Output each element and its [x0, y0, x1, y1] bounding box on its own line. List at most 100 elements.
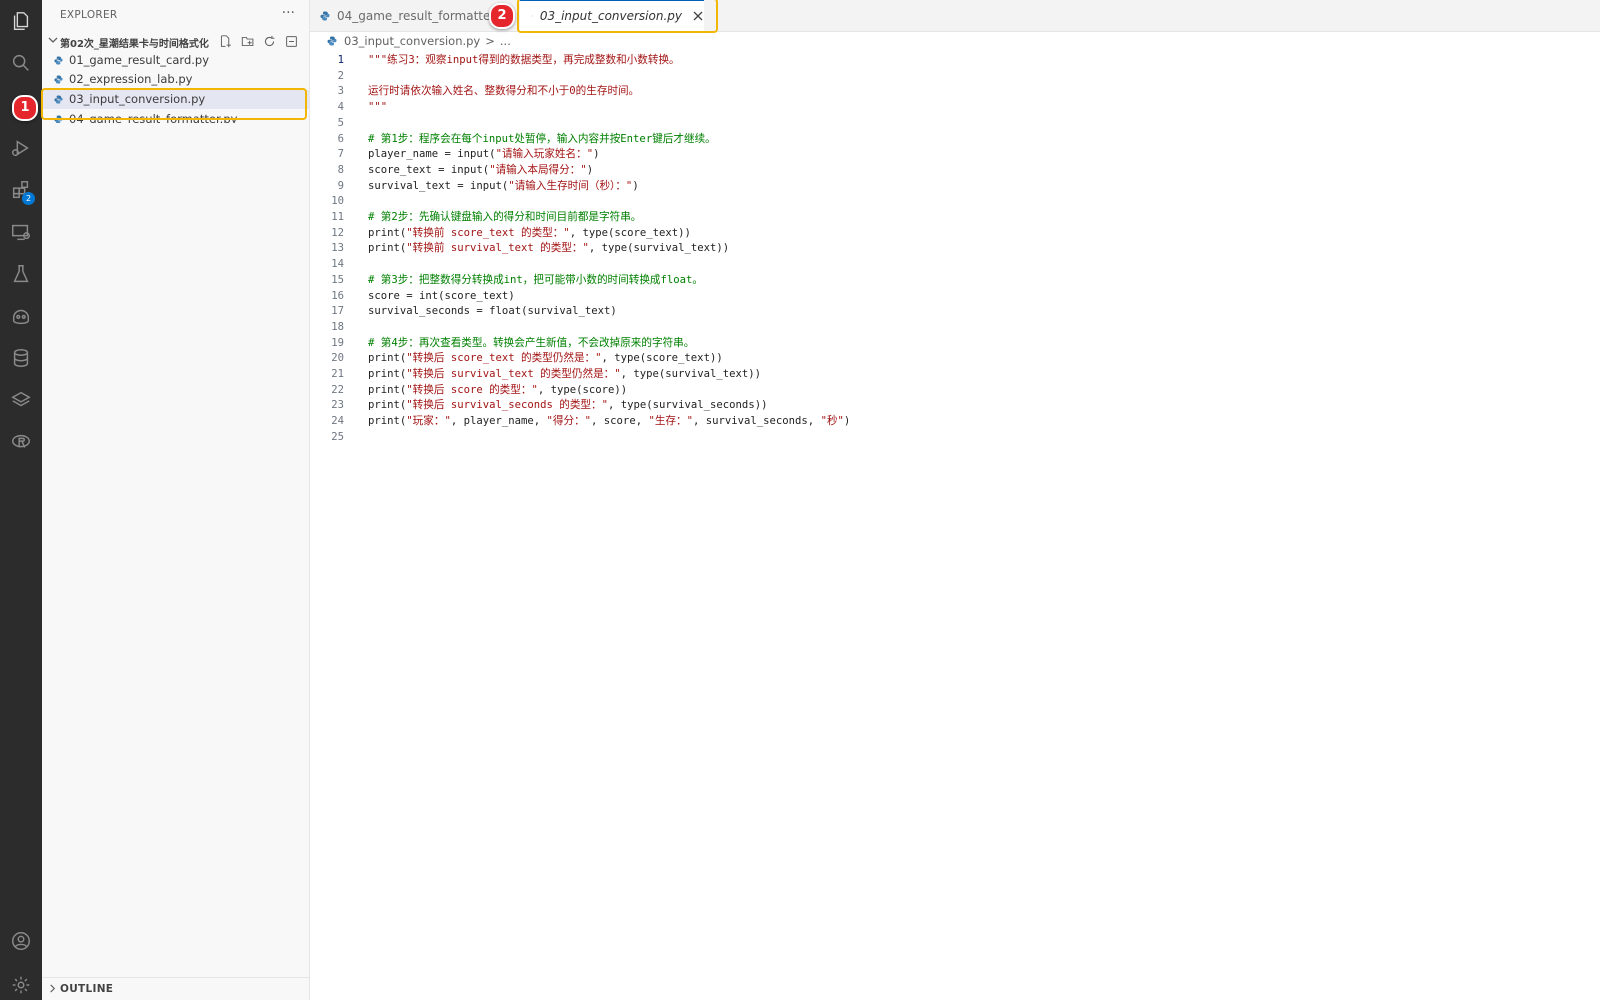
explorer-header: EXPLORER [60, 9, 118, 21]
line-number: 3 [337, 85, 344, 98]
step-marker-2: 2 [489, 3, 515, 29]
file-item[interactable]: 01_game_result_card.py [42, 51, 309, 70]
code-line[interactable]: 12 print("转换前 score_text 的类型：", type(scor… [310, 225, 1600, 241]
code-editor[interactable]: 1 """练习3：观察input得到的数据类型，再完成整数和小数转换。 2 3 运行时请… [310, 51, 1600, 1000]
layers-icon[interactable] [0, 381, 42, 419]
code-line[interactable]: 16 score = int(score_text) [310, 288, 1600, 304]
close-icon[interactable] [692, 9, 704, 23]
code-line[interactable]: 22 print("转换后 score 的类型：", type(score)) [310, 382, 1600, 398]
line-code: print("玩家：", player_name, "得分：", score, … [368, 415, 851, 428]
database-icon[interactable] [0, 339, 42, 377]
extensions-icon[interactable]: 2 [0, 171, 42, 209]
code-line[interactable]: 19 # 第4步：再次查看类型。转换会产生新值，不会改掉原来的字符串。 [310, 335, 1600, 351]
file-name: 03_input_conversion.py [69, 92, 206, 106]
explorer-more-actions[interactable]: ··· [282, 5, 295, 21]
line-code: 运行时请依次输入姓名、整数得分和不小于0的生存时间。 [368, 85, 640, 98]
code-line[interactable]: 9 survival_text = input("请输入生存时间（秒）：") [310, 178, 1600, 194]
r-language-icon[interactable] [0, 423, 42, 461]
code-line[interactable]: 15 # 第3步：把整数得分转换成int，把可能带小数的时间转换成float。 [310, 272, 1600, 288]
remote-explorer-icon[interactable] [0, 213, 42, 251]
line-number: 6 [337, 132, 344, 145]
line-number: 22 [331, 383, 344, 396]
line-code: print("转换前 score_text 的类型：", type(score_… [368, 226, 691, 239]
code-line[interactable]: 4 """ [310, 99, 1600, 115]
line-number: 4 [337, 101, 344, 114]
breadcrumb-separator: > [485, 34, 495, 48]
explorer-sidebar: EXPLORER ··· 第02次_星潮结果卡与时间格式化 01_game_re… [42, 0, 310, 1000]
code-line[interactable]: 23 print("转换后 survival_seconds 的类型：", typ… [310, 397, 1600, 413]
code-line[interactable]: 6 # 第1步：程序会在每个input处暂停，输入内容并按Enter键后才继续。 [310, 131, 1600, 147]
line-number: 25 [331, 430, 344, 443]
line-number: 19 [331, 336, 344, 349]
line-code: survival_text = input("请输入生存时间（秒）：") [368, 179, 639, 192]
line-number: 20 [331, 352, 344, 365]
tab-label: 03_input_conversion.py [539, 9, 682, 23]
code-line[interactable]: 1 """练习3：观察input得到的数据类型，再完成整数和小数转换。 [310, 52, 1600, 68]
run-debug-icon[interactable] [0, 129, 42, 167]
collapse-all-icon[interactable] [284, 34, 299, 49]
chevron-down-icon [48, 37, 58, 43]
refresh-icon[interactable] [262, 34, 277, 49]
tab-input-conversion[interactable]: 03_input_conversion.py [520, 0, 704, 31]
line-code: print("转换前 survival_text 的类型：", type(sur… [368, 242, 730, 255]
search-icon[interactable] [0, 44, 42, 82]
workspace-folder[interactable]: 第02次_星潮结果卡与时间格式化 [42, 32, 309, 52]
breadcrumb: 03_input_conversion.py > ... [310, 31, 1600, 51]
code-line[interactable]: 3 运行时请依次输入姓名、整数得分和不小于0的生存时间。 [310, 83, 1600, 99]
testing-icon[interactable] [0, 255, 42, 293]
line-number: 12 [331, 226, 344, 239]
line-number: 2 [337, 69, 344, 82]
line-number: 5 [337, 116, 344, 129]
line-number: 13 [331, 242, 344, 255]
code-line[interactable]: 5 [310, 115, 1600, 131]
code-line[interactable]: 11 # 第2步：先确认键盘输入的得分和时间目前都是字符串。 [310, 209, 1600, 225]
code-line[interactable]: 14 [310, 256, 1600, 272]
python-file-icon [327, 36, 337, 46]
line-number: 14 [331, 258, 344, 271]
line-code: survival_seconds = float(survival_text) [368, 305, 617, 318]
line-number: 23 [331, 399, 344, 412]
code-line[interactable]: 17 survival_seconds = float(survival_text… [310, 303, 1600, 319]
explorer-icon[interactable] [0, 2, 42, 40]
line-code: score = int(score_text) [368, 289, 515, 302]
line-number: 1 [337, 54, 344, 66]
python-file-icon [54, 95, 63, 104]
file-name: 01_game_result_card.py [69, 53, 209, 67]
new-file-icon[interactable] [218, 34, 233, 49]
line-number: 17 [331, 305, 344, 318]
tab-game-result-formatter[interactable]: 04_game_result_formatter.py [320, 0, 500, 31]
line-number: 11 [331, 211, 344, 223]
account-icon[interactable] [0, 922, 42, 960]
line-number: 8 [337, 163, 344, 176]
code-line[interactable]: 24 print("玩家：", player_name, "得分：", score… [310, 413, 1600, 429]
code-line[interactable]: 18 [310, 319, 1600, 335]
code-line[interactable]: 8 score_text = input("请输入本局得分：") [310, 162, 1600, 178]
chevron-right-icon [50, 984, 56, 993]
file-name: 04_game_result_formatter.py [69, 112, 238, 123]
line-number: 24 [331, 415, 344, 428]
file-item[interactable]: 04_game_result_formatter.py [42, 110, 309, 123]
line-number: 10 [331, 195, 344, 208]
breadcrumb-symbols[interactable]: ... [500, 34, 511, 48]
line-code: print("转换后 score 的类型：", type(score)) [368, 383, 628, 396]
code-line[interactable]: 20 print("转换后 score_text 的类型仍然是：", type(s… [310, 350, 1600, 366]
step-marker-1: 1 [12, 95, 38, 121]
code-line[interactable]: 13 print("转换前 survival_text 的类型：", type(s… [310, 240, 1600, 256]
line-code: # 第3步：把整数得分转换成int，把可能带小数的时间转换成float。 [368, 273, 703, 286]
copilot-icon[interactable] [0, 297, 42, 335]
line-number: 9 [337, 179, 344, 192]
python-file-icon [54, 56, 63, 65]
manage-gear-icon[interactable] [0, 966, 42, 1004]
code-line[interactable]: 25 [310, 429, 1600, 445]
breadcrumb-file[interactable]: 03_input_conversion.py [344, 34, 480, 48]
new-folder-icon[interactable] [240, 34, 255, 49]
file-item-selected[interactable]: 03_input_conversion.py [42, 90, 309, 109]
code-line[interactable]: 10 [310, 193, 1600, 209]
outline-section[interactable]: OUTLINE [42, 977, 309, 1000]
file-item[interactable]: 02_expression_lab.py [42, 70, 309, 89]
activity-bar: 2 [0, 0, 42, 1000]
code-line[interactable]: 21 print("转换后 survival_text 的类型仍然是：", typ… [310, 366, 1600, 382]
code-line[interactable]: 2 [310, 68, 1600, 84]
line-code: """练习3：观察input得到的数据类型，再完成整数和小数转换。 [368, 54, 680, 66]
code-line[interactable]: 7 player_name = input("请输入玩家姓名：") [310, 146, 1600, 162]
